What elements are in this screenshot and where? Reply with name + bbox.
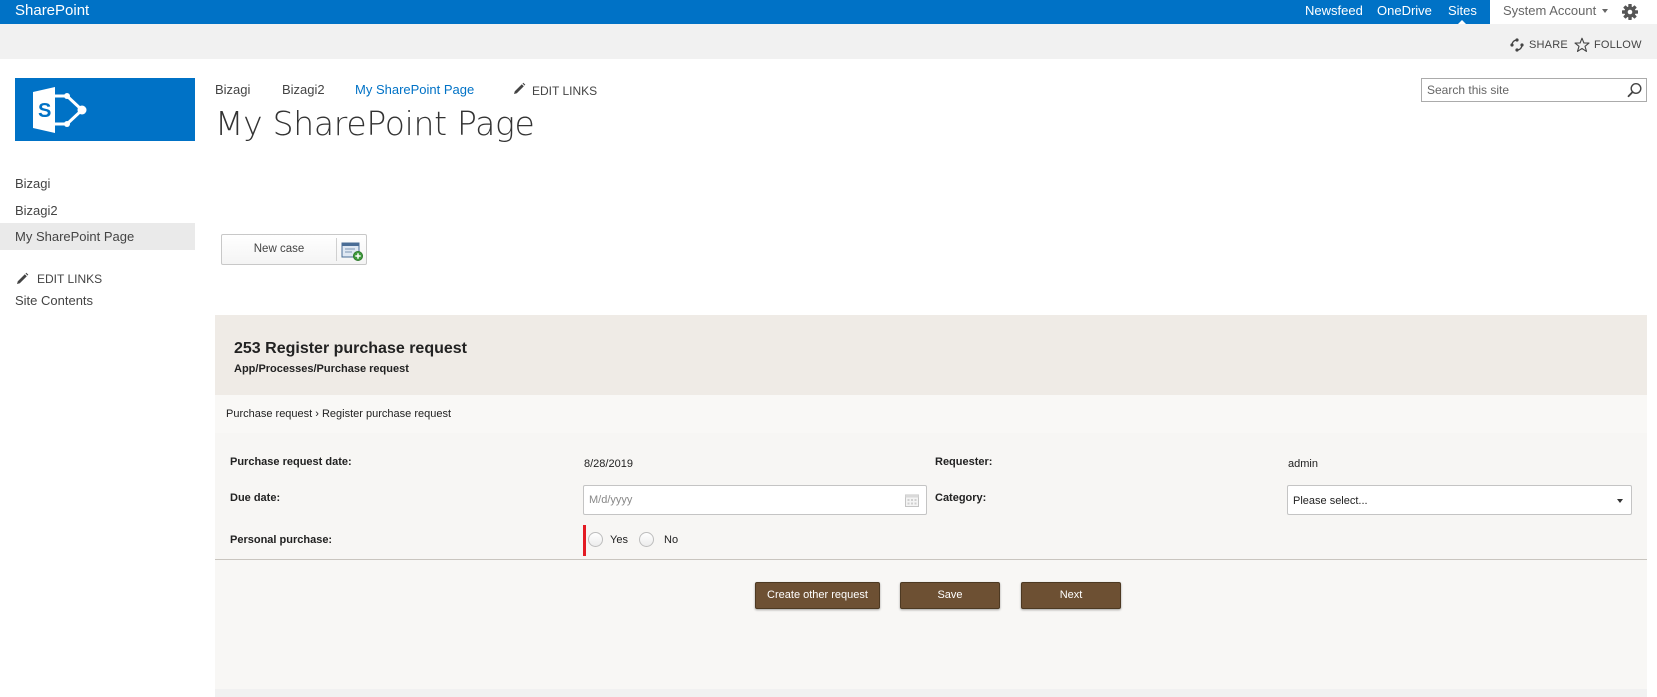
suite-link-onedrive[interactable]: OneDrive bbox=[1377, 2, 1432, 19]
sub-bar: SHARE FOLLOW bbox=[0, 24, 1657, 59]
category-label: Category: bbox=[935, 492, 987, 504]
category-select[interactable]: Please select... bbox=[1287, 485, 1632, 515]
chevron-down-icon[interactable] bbox=[1602, 9, 1608, 13]
next-button[interactable]: Next bbox=[1021, 582, 1121, 609]
form-fields-panel: Purchase request date: 8/28/2019 Request… bbox=[215, 433, 1647, 560]
left-nav-item-bizagi2[interactable]: Bizagi2 bbox=[0, 197, 195, 224]
personal-purchase-yes-label: Yes bbox=[610, 534, 628, 546]
left-nav-item-my-sharepoint-page[interactable]: My SharePoint Page bbox=[0, 223, 195, 250]
chevron-down-icon bbox=[1617, 499, 1623, 503]
case-form: 253 Register purchase request App/Proces… bbox=[215, 315, 1647, 697]
personal-purchase-label: Personal purchase: bbox=[230, 534, 333, 546]
personal-purchase-no-label: No bbox=[664, 534, 679, 546]
pencil-icon bbox=[514, 82, 526, 94]
pencil-icon bbox=[17, 272, 29, 284]
left-nav-site-contents[interactable]: Site Contents bbox=[0, 287, 195, 314]
due-date-label: Due date: bbox=[230, 492, 281, 504]
due-date-input[interactable] bbox=[584, 486, 884, 514]
follow-label: FOLLOW bbox=[1594, 39, 1642, 51]
form-body: Purchase request date: 8/28/2019 Request… bbox=[215, 433, 1647, 689]
form-footer bbox=[215, 689, 1647, 697]
new-case-icon bbox=[341, 242, 363, 261]
required-indicator bbox=[583, 525, 586, 556]
share-icon bbox=[1510, 38, 1524, 52]
gear-icon[interactable] bbox=[1620, 2, 1640, 22]
purchase-request-date-value: 8/28/2019 bbox=[584, 458, 633, 470]
share-label: SHARE bbox=[1529, 39, 1568, 51]
top-nav-item-bizagi[interactable]: Bizagi bbox=[215, 81, 250, 99]
create-other-request-button[interactable]: Create other request bbox=[755, 582, 880, 609]
account-area: System Account bbox=[1490, 0, 1657, 24]
page-title: My SharePoint Page bbox=[215, 104, 535, 143]
svg-text:S: S bbox=[38, 100, 51, 122]
form-breadcrumb-bar: Purchase request › Register purchase req… bbox=[215, 395, 1647, 433]
save-button[interactable]: Save bbox=[900, 582, 1000, 609]
star-icon bbox=[1574, 37, 1590, 52]
account-menu[interactable]: System Account bbox=[1503, 2, 1596, 19]
left-nav-edit-links-label: EDIT LINKS bbox=[37, 272, 103, 286]
sharepoint-logo-icon: S bbox=[33, 87, 87, 133]
requester-value: admin bbox=[1288, 458, 1318, 470]
requester-label: Requester: bbox=[935, 456, 993, 468]
top-nav-item-bizagi2[interactable]: Bizagi2 bbox=[282, 81, 325, 99]
case-path: App/Processes/Purchase request bbox=[234, 363, 409, 375]
site-search bbox=[1421, 78, 1647, 102]
calendar-icon[interactable] bbox=[904, 492, 920, 508]
purchase-request-date-label: Purchase request date: bbox=[230, 456, 352, 468]
brand-link[interactable]: SharePoint bbox=[15, 1, 89, 21]
new-case-label: New case bbox=[253, 243, 305, 255]
breadcrumb: Purchase request › Register purchase req… bbox=[226, 408, 452, 420]
suite-link-sites[interactable]: Sites bbox=[1448, 2, 1477, 24]
suite-bar: SharePoint Newsfeed OneDrive Sites Syste… bbox=[0, 0, 1657, 24]
top-nav-item-my-sharepoint-page[interactable]: My SharePoint Page bbox=[355, 81, 474, 99]
personal-purchase-no-radio[interactable] bbox=[639, 532, 654, 547]
due-date-field bbox=[583, 485, 927, 515]
search-icon[interactable] bbox=[1626, 81, 1644, 99]
search-input[interactable] bbox=[1422, 79, 1618, 101]
personal-purchase-yes-radio[interactable] bbox=[588, 532, 603, 547]
new-case-divider bbox=[336, 238, 337, 261]
case-header: 253 Register purchase request App/Proces… bbox=[215, 315, 1647, 395]
case-title: 253 Register purchase request bbox=[234, 340, 467, 357]
site-logo[interactable]: S bbox=[15, 78, 195, 141]
top-nav-edit-links-label: EDIT LINKS bbox=[532, 84, 598, 98]
suite-link-newsfeed[interactable]: Newsfeed bbox=[1305, 2, 1363, 19]
left-nav-item-bizagi[interactable]: Bizagi bbox=[0, 170, 195, 197]
category-selected-value: Please select... bbox=[1293, 495, 1368, 507]
new-case-button[interactable]: New case bbox=[221, 234, 367, 265]
